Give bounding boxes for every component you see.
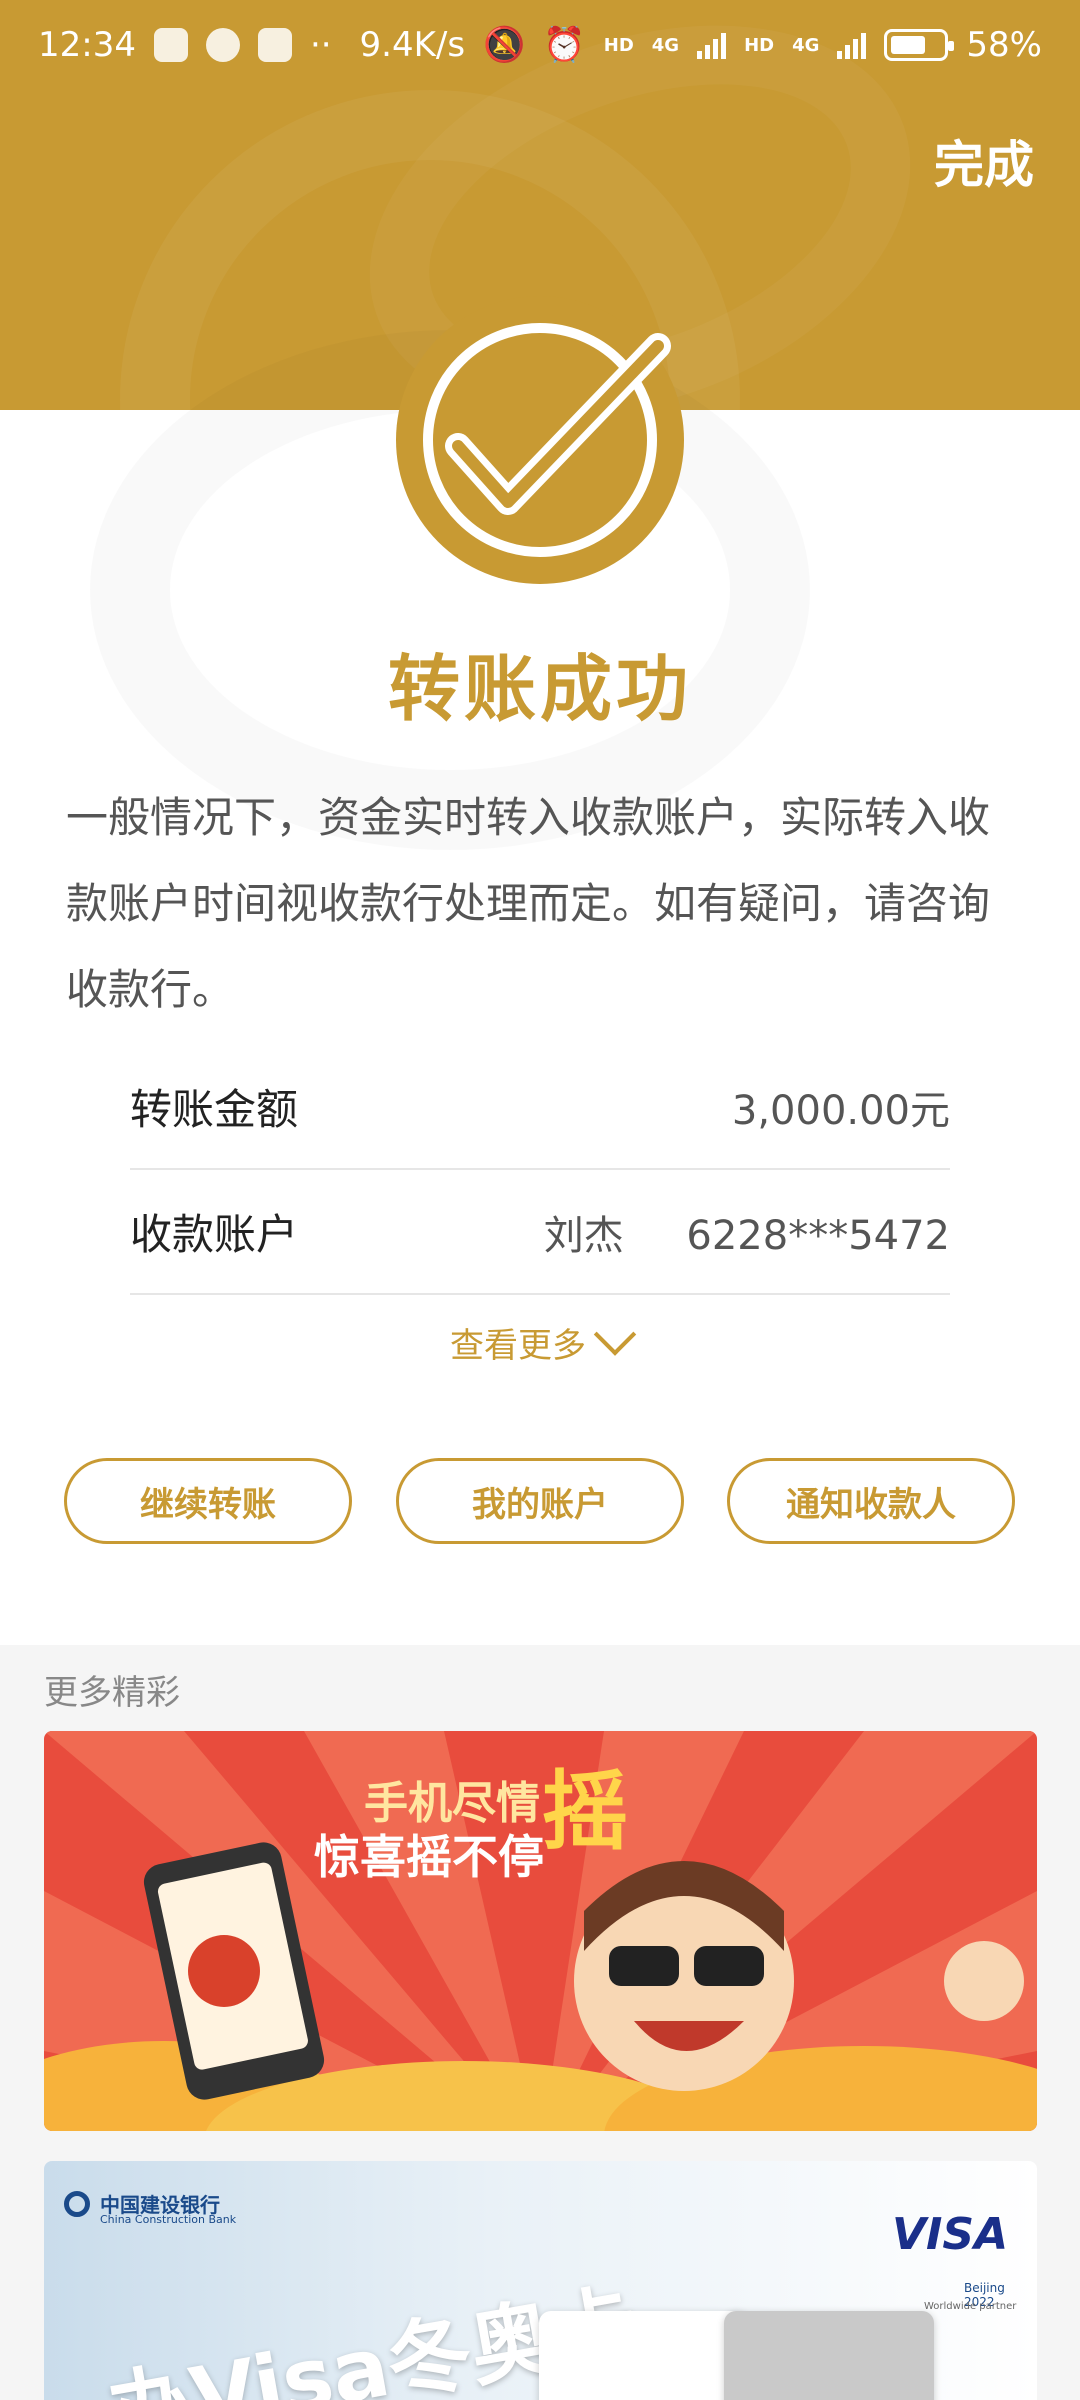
banner-rays-graphic bbox=[44, 1731, 1037, 2131]
continue-transfer-button[interactable]: 继续转账 bbox=[64, 1458, 352, 1544]
more-notifications-icon: ·· bbox=[309, 25, 332, 65]
network-type-2: 4G bbox=[792, 34, 820, 56]
my-account-button[interactable]: 我的账户 bbox=[396, 1458, 684, 1544]
ccb-logo-icon bbox=[64, 2191, 90, 2217]
hd-badge-2: HD bbox=[744, 34, 775, 56]
battery-level: 58% bbox=[966, 25, 1042, 65]
banner1-shake: 摇 bbox=[542, 1762, 628, 1862]
visa-card-promo-banner[interactable]: 中国建设银行 China Construction Bank 办Visa冬奥卡 … bbox=[44, 2161, 1037, 2400]
banner1-line2: 惊喜摇不停 bbox=[314, 1830, 544, 1884]
alarm-icon: ⏰ bbox=[543, 25, 586, 65]
payee-row: 收款账户 刘杰 6228***5472 bbox=[130, 1170, 950, 1295]
net-speed: 9.4K/s bbox=[359, 25, 466, 65]
battery-icon bbox=[884, 29, 955, 61]
amount-value: 3,000.00元 bbox=[731, 1087, 950, 1134]
network-type: 4G bbox=[651, 34, 680, 56]
status-bar: 12:34 ·· 9.4K/s 🔕 ⏰ HD 4G HD 4G 58% bbox=[0, 0, 1080, 90]
status-bar-right: 9.4K/s 🔕 ⏰ HD 4G HD 4G 58% bbox=[360, 25, 1042, 65]
payee-label: 收款账户 bbox=[130, 1210, 299, 1259]
telegram-icon bbox=[153, 28, 188, 62]
result-title: 转账成功 bbox=[387, 647, 692, 731]
calendar-notification-icon bbox=[257, 28, 292, 62]
chevron-down-icon bbox=[593, 1312, 637, 1356]
app-notification-icon bbox=[205, 28, 240, 62]
payee-account: 6228***5472 bbox=[686, 1212, 950, 1259]
signal-icon bbox=[697, 31, 727, 59]
unionpay-card-image bbox=[724, 2311, 934, 2400]
amount-row: 转账金额 3,000.00元 bbox=[130, 1045, 950, 1170]
bank-name-en: China Construction Bank bbox=[100, 2213, 237, 2226]
shake-promo-banner[interactable]: 手机尽情 摇 惊喜摇不停 bbox=[44, 1731, 1037, 2131]
success-check-icon bbox=[396, 296, 684, 584]
worldwide-partner-text: Worldwide partner bbox=[924, 2301, 1017, 2312]
visa-logo: VISA bbox=[892, 2209, 1009, 2260]
payee-name: 刘杰 bbox=[543, 1212, 624, 1259]
status-bar-left: 12:34 ·· bbox=[38, 25, 332, 65]
mute-icon: 🔕 bbox=[483, 25, 526, 65]
signal-icon-2 bbox=[837, 31, 867, 59]
status-time: 12:34 bbox=[38, 25, 136, 65]
notify-payee-button[interactable]: 通知收款人 bbox=[727, 1458, 1015, 1544]
visa-card-image bbox=[539, 2311, 749, 2400]
done-button[interactable]: 完成 bbox=[934, 125, 1034, 197]
payee-value: 刘杰 6228***5472 bbox=[544, 1203, 950, 1261]
promo-section-title: 更多精彩 bbox=[44, 1673, 180, 1713]
view-more-link[interactable]: 查看更多 bbox=[0, 1312, 1080, 1367]
hd-badge: HD bbox=[603, 34, 634, 56]
amount-label: 转账金额 bbox=[130, 1085, 299, 1134]
result-description: 一般情况下，资金实时转入收款账户，实际转入收款账户时间视收款行处理而定。如有疑问… bbox=[66, 793, 991, 1014]
view-more-label: 查看更多 bbox=[450, 1326, 586, 1366]
